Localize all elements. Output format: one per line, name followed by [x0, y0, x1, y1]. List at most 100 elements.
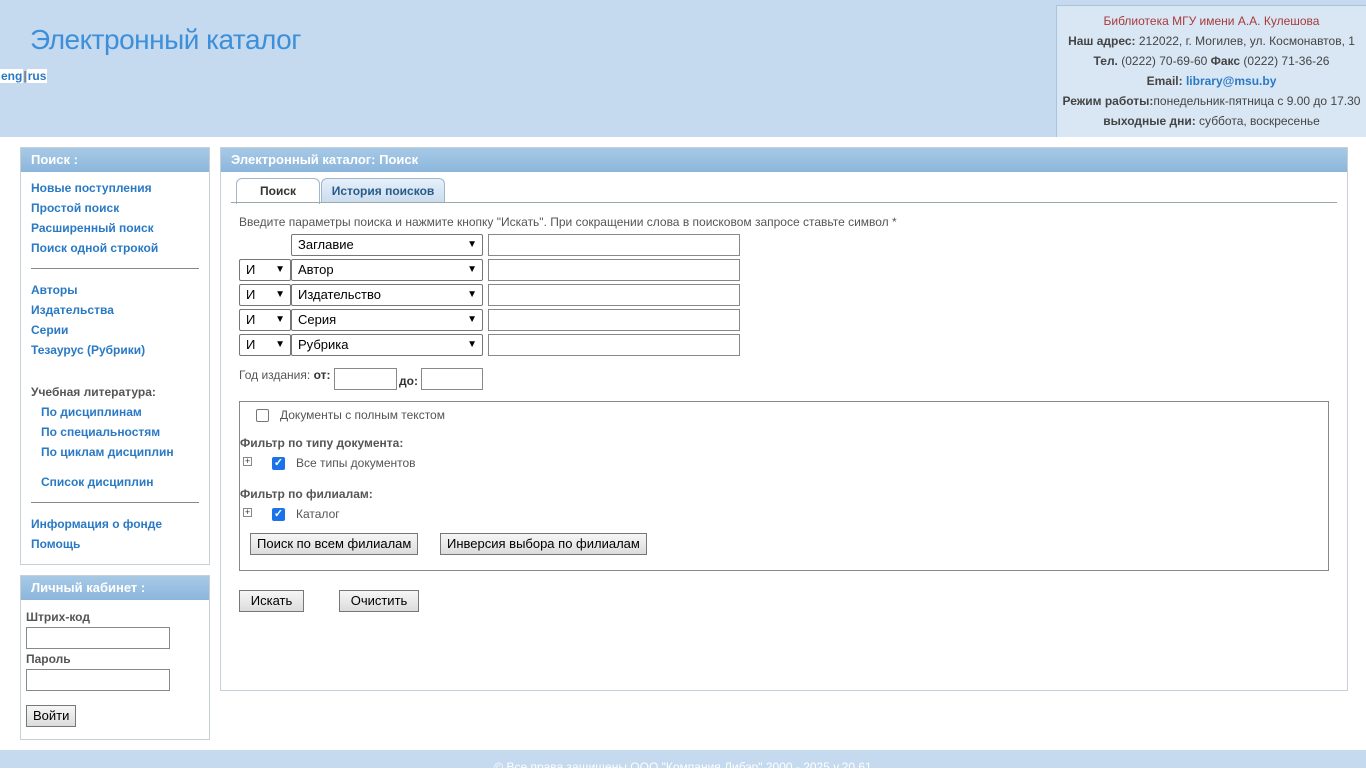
- menu-publishers[interactable]: Издательства: [31, 303, 114, 317]
- search-menu-title: Поиск :: [21, 148, 209, 172]
- search-input-5[interactable]: [488, 334, 740, 356]
- field-select-3[interactable]: Издательство ▼: [291, 284, 483, 306]
- search-button[interactable]: Искать: [239, 590, 304, 612]
- copyright-text: © Все права защищены ООО "Компания Либэр…: [494, 760, 872, 774]
- tab-search-history[interactable]: История поисков: [321, 178, 445, 203]
- hours-line: Режим работы:понедельник-пятница с 9.00 …: [1057, 91, 1366, 111]
- operator-select-5[interactable]: И ▼: [239, 334, 291, 356]
- main-title: Электронный каталог: Поиск: [221, 148, 1347, 172]
- phone-line: Тел. (0222) 70-69-60 Факс (0222) 71-36-2…: [1057, 51, 1366, 71]
- field-select-4[interactable]: Серия ▼: [291, 309, 483, 331]
- menu-fund-info[interactable]: Информация о фонде: [31, 517, 162, 531]
- chevron-down-icon: ▼: [467, 289, 477, 300]
- library-info-box: Библиотека МГУ имени А.А. Кулешова Наш а…: [1056, 5, 1366, 137]
- main-search-panel: Электронный каталог: Поиск Поиск История…: [220, 147, 1348, 691]
- catalog-branch-checkbox[interactable]: ✓: [272, 508, 285, 521]
- menu-series[interactable]: Серии: [31, 323, 68, 337]
- menu-one-line-search[interactable]: Поиск одной строкой: [31, 241, 158, 255]
- menu-by-discipline-cycles[interactable]: По циклам дисциплин: [41, 445, 174, 459]
- menu-by-disciplines[interactable]: По дисциплинам: [41, 405, 142, 419]
- menu-simple-search[interactable]: Простой поиск: [31, 201, 119, 215]
- operator-select-3[interactable]: И ▼: [239, 284, 291, 306]
- field-select-2[interactable]: Автор ▼: [291, 259, 483, 281]
- tab-underline: [231, 202, 1337, 203]
- all-doc-types-checkbox[interactable]: ✓: [272, 457, 285, 470]
- operator-select-2[interactable]: И ▼: [239, 259, 291, 281]
- tab-search[interactable]: Поиск: [236, 178, 320, 204]
- year-label: Год издания:: [239, 368, 311, 382]
- menu-help[interactable]: Помощь: [31, 537, 80, 551]
- footer: © Все права защищены ООО "Компания Либэр…: [0, 750, 1366, 774]
- branch-filter-title: Фильтр по филиалам:: [240, 487, 373, 501]
- personal-cabinet-panel: Личный кабинет : Штрих-код Пароль Войти: [20, 575, 210, 740]
- password-label: Пароль: [26, 652, 71, 666]
- chevron-down-icon: ▼: [275, 264, 285, 275]
- barcode-label: Штрих-код: [26, 610, 90, 624]
- chevron-down-icon: ▼: [275, 339, 285, 350]
- weekend-label: выходные дни:: [1103, 114, 1196, 128]
- field-select-4-value: Серия: [298, 312, 337, 327]
- clear-button[interactable]: Очистить: [339, 590, 419, 612]
- field-select-1[interactable]: Заглавие ▼: [291, 234, 483, 256]
- filter-box: Документы с полным текстом Фильтр по тип…: [239, 401, 1329, 571]
- tree-expand-icon[interactable]: +: [243, 508, 252, 517]
- doc-type-filter-title: Фильтр по типу документа:: [240, 436, 404, 450]
- site-title: Электронный каталог: [30, 24, 301, 55]
- menu-divider: [31, 502, 199, 503]
- fulltext-label: Документы с полным текстом: [280, 408, 445, 422]
- search-input-1[interactable]: [488, 234, 740, 256]
- operator-select-2-value: И: [246, 262, 256, 277]
- invert-branches-button[interactable]: Инверсия выбора по филиалам: [440, 533, 647, 555]
- phone-value: (0222) 70-69-60: [1117, 54, 1211, 68]
- menu-new-arrivals[interactable]: Новые поступления: [31, 181, 152, 195]
- email-label: Email:: [1146, 74, 1183, 88]
- year-from-input[interactable]: [334, 368, 397, 390]
- barcode-input[interactable]: [26, 627, 170, 649]
- all-doc-types-label: Все типы документов: [296, 456, 416, 470]
- login-button[interactable]: Войти: [26, 705, 77, 727]
- phone-label: Тел.: [1093, 54, 1118, 68]
- search-input-2[interactable]: [488, 259, 740, 281]
- fulltext-checkbox[interactable]: [256, 409, 269, 422]
- search-menu-panel: Поиск : Новые поступления Простой поиск …: [20, 147, 210, 565]
- fax-label: Факс: [1210, 54, 1241, 68]
- field-select-2-value: Автор: [298, 262, 334, 277]
- library-name: Библиотека МГУ имени А.А. Кулешова: [1103, 14, 1320, 28]
- catalog-branch-label: Каталог: [296, 507, 340, 521]
- operator-select-5-value: И: [246, 337, 256, 352]
- field-select-5[interactable]: Рубрика ▼: [291, 334, 483, 356]
- chevron-down-icon: ▼: [275, 289, 285, 300]
- fax-value: (0222) 71-36-26: [1240, 54, 1330, 68]
- field-select-3-value: Издательство: [298, 287, 381, 302]
- email-link[interactable]: library@msu.by: [1186, 74, 1276, 88]
- chevron-down-icon: ▼: [467, 339, 477, 350]
- lang-eng-link[interactable]: eng: [0, 69, 24, 83]
- password-input[interactable]: [26, 669, 170, 691]
- language-switcher: eng|rus: [0, 69, 48, 83]
- menu-discipline-list[interactable]: Список дисциплин: [41, 475, 154, 489]
- address-label: Наш адрес:: [1068, 34, 1136, 48]
- chevron-down-icon: ▼: [467, 239, 477, 250]
- hours-label: Режим работы:: [1062, 94, 1154, 108]
- lang-rus-link[interactable]: rus: [26, 69, 48, 83]
- menu-by-specialties[interactable]: По специальностям: [41, 425, 160, 439]
- menu-thesaurus[interactable]: Тезаурус (Рубрики): [31, 343, 145, 357]
- menu-advanced-search[interactable]: Расширенный поиск: [31, 221, 154, 235]
- search-input-3[interactable]: [488, 284, 740, 306]
- weekend-value: суббота, воскресенье: [1195, 114, 1320, 128]
- header: Электронный каталог eng|rus Библиотека М…: [0, 0, 1366, 137]
- search-all-branches-button[interactable]: Поиск по всем филиалам: [250, 533, 419, 555]
- search-input-4[interactable]: [488, 309, 740, 331]
- year-to-label: до:: [399, 374, 418, 388]
- weekend-line: выходные дни: суббота, воскресенье: [1057, 111, 1366, 131]
- operator-select-4[interactable]: И ▼: [239, 309, 291, 331]
- operator-select-4-value: И: [246, 312, 256, 327]
- address-value: 212022, г. Могилев, ул. Космонавтов, 1: [1135, 34, 1355, 48]
- chevron-down-icon: ▼: [275, 314, 285, 325]
- search-instructions: Введите параметры поиска и нажмите кнопк…: [239, 215, 897, 229]
- tree-expand-icon[interactable]: +: [243, 457, 252, 466]
- year-to-input[interactable]: [421, 368, 483, 390]
- field-select-5-value: Рубрика: [298, 337, 349, 352]
- chevron-down-icon: ▼: [467, 314, 477, 325]
- menu-authors[interactable]: Авторы: [31, 283, 78, 297]
